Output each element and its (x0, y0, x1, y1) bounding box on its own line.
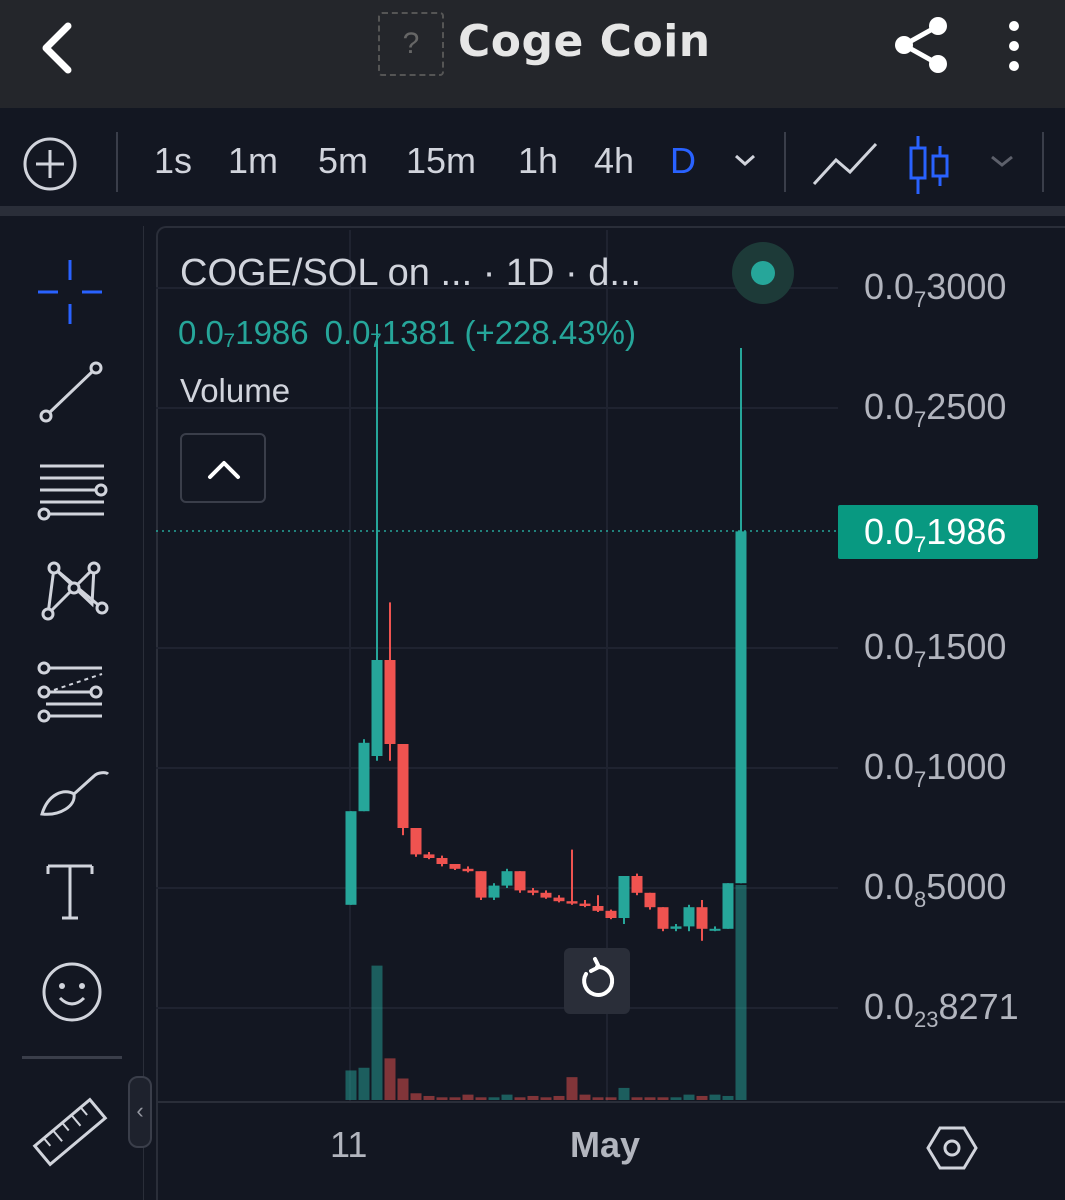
volume-bar (358, 1067, 370, 1100)
volume-bar (605, 1097, 617, 1100)
volume-bar (670, 1097, 682, 1100)
candle-body (371, 660, 383, 756)
volume-bar (501, 1094, 513, 1100)
candle-body (722, 883, 734, 929)
candle-body (358, 742, 370, 812)
candle-body (449, 864, 461, 869)
reset-icon (582, 957, 615, 997)
volume-bar (631, 1097, 643, 1100)
chevron-up-icon (208, 461, 240, 479)
volume-bar (566, 1077, 578, 1100)
market-status-indicator[interactable] (732, 242, 794, 304)
price-axis-label: 0.085000 (864, 866, 1007, 912)
volume-bar (449, 1097, 461, 1100)
volume-bar (618, 1087, 630, 1100)
volume-bar (657, 1097, 669, 1100)
time-axis-label: May (570, 1124, 641, 1165)
chart-settings-icon[interactable] (926, 1122, 978, 1174)
volume-bar (423, 1095, 435, 1100)
candles (345, 324, 747, 941)
candle-body (579, 903, 591, 906)
candle-body (683, 907, 695, 927)
candle-body (488, 885, 500, 898)
volume-bar (384, 1058, 396, 1100)
candle-body (709, 928, 721, 931)
candle-body (696, 907, 708, 929)
collapse-legend-button[interactable] (180, 433, 266, 503)
volume-bar (488, 1097, 500, 1100)
candle-body (540, 892, 552, 898)
candle-body (384, 660, 396, 744)
volume-bar (644, 1097, 656, 1100)
volume-bar (527, 1095, 539, 1100)
candle-body (423, 854, 435, 858)
volume-bar (540, 1097, 552, 1100)
volume-bar (345, 1070, 357, 1100)
price-axis-label: 0.073000 (864, 266, 1007, 312)
candle-body (475, 871, 487, 898)
volume-bar (735, 885, 747, 1100)
volume-bar (683, 1094, 695, 1100)
volume-bar (462, 1094, 474, 1100)
candle-body (605, 910, 617, 918)
volume-indicator-label[interactable]: Volume (180, 372, 290, 410)
symbol-legend-title[interactable]: COGE/SOL on ... · 1D · d... (180, 252, 641, 295)
volume-bar (514, 1097, 526, 1100)
candle-body (670, 926, 682, 929)
volume-bar (397, 1078, 409, 1100)
candle-body (735, 531, 747, 884)
price-axis-label: 0.0238271 (864, 986, 1019, 1032)
volume-bar (475, 1097, 487, 1100)
volume-bar (553, 1095, 565, 1100)
candle-body (618, 876, 630, 918)
candle-body (657, 907, 669, 929)
volume-bar (709, 1094, 721, 1100)
candle-body (501, 871, 513, 886)
volume-bar (371, 965, 383, 1100)
volume-bar (722, 1095, 734, 1100)
price-axis-label: 0.071000 (864, 746, 1007, 792)
candle-body (345, 811, 357, 905)
volume-bar (696, 1095, 708, 1100)
volume-bar (410, 1093, 422, 1100)
volume-bar (579, 1094, 591, 1100)
legend-change-value: 0.0₇1381 (+228.43%) (324, 314, 636, 351)
candle-body (566, 901, 578, 904)
candle-body (410, 828, 422, 855)
candle-body (592, 906, 604, 911)
time-axis-label: 11 (330, 1124, 368, 1165)
ohlc-legend: 0.0₇1986 0.0₇1381 (+228.43%) (178, 314, 652, 352)
reset-chart-button[interactable] (564, 948, 630, 1014)
current-price-tag: 0.071986 (838, 505, 1038, 559)
volume-bar (592, 1097, 604, 1100)
volume-bar (436, 1097, 448, 1100)
candle-body (527, 890, 539, 893)
candle-body (553, 897, 565, 902)
candle-body (397, 744, 409, 828)
candle-body (462, 868, 474, 872)
price-axis-label: 0.072500 (864, 386, 1007, 432)
candle-body (436, 858, 448, 864)
candle-body (631, 876, 643, 893)
legend-close-value: 0.0₇1986 (178, 314, 309, 351)
candle-body (514, 871, 526, 891)
price-axis-label: 0.071500 (864, 626, 1007, 672)
candle-body (644, 892, 656, 908)
